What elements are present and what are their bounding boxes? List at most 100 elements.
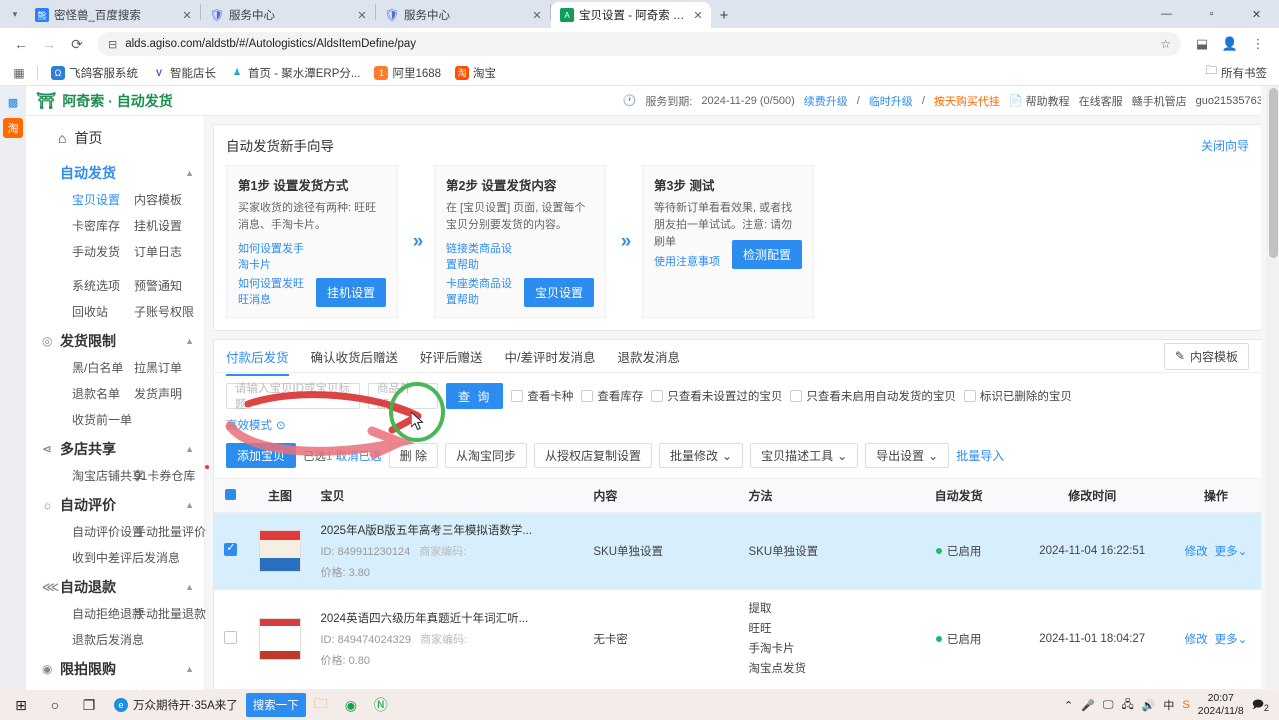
row-checkbox-cell[interactable] [214, 513, 248, 590]
row-checkbox[interactable] [224, 631, 237, 644]
sidebar-group-multishop[interactable]: ⋖ 多店共享 ▲ [26, 430, 204, 465]
checkbox-view-stock[interactable]: 查看库存 [581, 388, 643, 404]
wps-icon[interactable]: Ⓝ [366, 692, 396, 718]
mobile-shop-link[interactable]: 赣手机管店 [1132, 93, 1187, 109]
item-title[interactable]: 2024英语四六级历年真题近十年词汇听... [321, 610, 594, 626]
close-wizard-link[interactable]: 关闭向导 [1201, 137, 1249, 154]
mic-icon[interactable]: 🎤 [1081, 699, 1095, 712]
item-title[interactable]: 2025年A版B版五年高考三年模拟语数学... [321, 522, 594, 538]
sidebar-item-before-receipt[interactable]: 收货前一单 [72, 411, 134, 428]
chrome-menu-icon[interactable]: ⋮ [1245, 31, 1271, 57]
search-icon[interactable]: ○ [38, 690, 72, 720]
tab-confirm-gift[interactable]: 确认收货后赠送 [311, 347, 399, 375]
ime-icon[interactable]: 中 [1163, 697, 1174, 713]
outer-code-input[interactable]: 商品外部... [368, 383, 438, 409]
bookmark-4[interactable]: 淘 淘宝 [449, 63, 502, 83]
content-template-button[interactable]: ✎ 内容模板 [1164, 343, 1249, 370]
sidebar-item-subaccount-perm[interactable]: 子账号权限 [134, 303, 204, 320]
tab-badreview-message[interactable]: 中/差评时发消息 [505, 347, 596, 375]
check-config-button[interactable]: 检测配置 [732, 240, 802, 269]
sidebar-item-taobao-share[interactable]: 淘宝店铺共享 [72, 467, 134, 484]
close-tab-icon[interactable]: ✕ [530, 8, 544, 22]
export-settings-dropdown[interactable]: 导出设置 ⌄ [865, 443, 949, 468]
volume-icon[interactable]: 🔊 [1142, 699, 1156, 712]
sidebar-item-auto-review-settings[interactable]: 自动评价设置 [72, 523, 134, 540]
sidebar-item-manual-delivery[interactable]: 手动发货 [72, 243, 134, 260]
sidebar-group-auto-refund[interactable]: ⋘ 自动退款 ▲ [26, 568, 204, 603]
sidebar-item-badreview-message[interactable]: 收到中差评后发消息 [72, 549, 206, 566]
row-checkbox-cell[interactable] [214, 590, 248, 690]
sidebar-item-recycle-bin[interactable]: 回收站 [72, 303, 134, 320]
checkbox-unset-only[interactable]: 只查看未设置过的宝贝 [651, 388, 782, 404]
sidebar-group-purchase-limit[interactable]: ◉ 限拍限购 ▲ [26, 650, 204, 685]
ie-news-item[interactable]: e 万众期待开·35A来了 [106, 692, 246, 718]
item-settings-button[interactable]: 宝贝设置 [524, 278, 594, 307]
taskbar-clock[interactable]: 20:07 2024/11/8 [1198, 692, 1244, 718]
sidebar-item-hangup-settings[interactable]: 挂机设置 [134, 217, 204, 234]
cancel-selection-link[interactable]: 取消已选 [336, 451, 382, 463]
delete-button[interactable]: 删 除 [389, 443, 438, 468]
monitor-icon[interactable]: 🖵 [1103, 699, 1114, 712]
taobao-extension-icon[interactable]: 淘 [3, 118, 23, 138]
select-all-checkbox[interactable] [225, 489, 236, 500]
sidebar-group-delivery-limit[interactable]: ◎ 发货限制 ▲ [26, 322, 204, 357]
sidebar-item-card-stock[interactable]: 卡密库存 [72, 217, 134, 234]
help-tutorial-link[interactable]: 📄 帮助教程 [1009, 93, 1070, 109]
back-button[interactable]: ← [8, 31, 34, 57]
checkbox-autodelivery-disabled-only[interactable]: 只查看未启用自动发货的宝贝 [790, 388, 956, 404]
step-link[interactable]: 使用注意事项 [654, 253, 720, 269]
close-tab-icon[interactable]: ✕ [180, 8, 194, 22]
bookmark-star-icon[interactable]: ☆ [1160, 37, 1171, 51]
tab-search-icon[interactable]: ▾ [4, 0, 26, 28]
header-select-all[interactable] [214, 479, 248, 513]
windows-icon[interactable]: ⊞ [4, 690, 38, 720]
tab-refund-message[interactable]: 退款发消息 [618, 347, 681, 375]
sidebar-item-refund-message[interactable]: 退款后发消息 [72, 631, 206, 648]
checkbox-mark-deleted[interactable]: 标识已删除的宝贝 [964, 388, 1072, 404]
browser-tab-1[interactable]: 🛡 服务中心 ✕ [201, 2, 375, 28]
maximize-button[interactable]: ▫ [1189, 0, 1234, 28]
online-support-link[interactable]: 在线客服 [1079, 93, 1123, 109]
edit-link[interactable]: 修改 [1185, 543, 1208, 559]
more-link[interactable]: 更多⌄ [1215, 543, 1248, 559]
batch-import-link[interactable]: 批量导入 [956, 447, 1004, 464]
page-scrollbar[interactable] [1266, 86, 1279, 690]
desc-tool-dropdown[interactable]: 宝贝描述工具 ⌄ [750, 443, 858, 468]
bookmark-3[interactable]: 1 阿里1688 [368, 63, 447, 83]
sidebar-item-item-settings[interactable]: 宝贝设置 [72, 191, 134, 208]
sidebar-item-delivery-statement[interactable]: 发货声明 [134, 385, 204, 402]
apps-grid-icon[interactable]: ▦ [8, 62, 30, 84]
sidebar-item-content-template[interactable]: 内容模板 [134, 191, 204, 208]
sidebar-group-auto-delivery[interactable]: 自动发货 ▲ [26, 154, 204, 189]
step-link[interactable]: 如何设置发手淘卡片 [238, 240, 308, 272]
sidebar-item-manual-batch-review[interactable]: 手动批量评价 [134, 523, 206, 540]
efficient-mode-link[interactable]: 高效模式 [226, 417, 272, 433]
sidebar-item-manual-batch-refund[interactable]: 手动批量退款 [134, 605, 206, 622]
checkbox-view-cardtype[interactable]: 查看卡种 [511, 388, 573, 404]
query-button[interactable]: 查 询 [446, 383, 503, 409]
copy-settings-button[interactable]: 从授权店复制设置 [534, 443, 652, 468]
sogou-icon[interactable]: S [1182, 699, 1189, 711]
browser-tab-3[interactable]: A 宝贝设置 - 阿奇索 - 自动发货 ✕ [551, 2, 711, 28]
network-icon[interactable]: 🖧 [1121, 696, 1133, 715]
hangup-settings-button[interactable]: 挂机设置 [316, 278, 386, 307]
sidebar-item-home[interactable]: ⌂ 首页 [26, 122, 204, 154]
reload-button[interactable]: ⟳ [64, 31, 90, 57]
row-checkbox[interactable] [224, 543, 237, 556]
sidebar-group-auto-review[interactable]: ☼ 自动评价 ▲ [26, 486, 204, 521]
edit-link[interactable]: 修改 [1185, 631, 1208, 647]
qr-extension-icon[interactable]: ▩ [3, 92, 23, 112]
all-bookmarks-button[interactable]: 🗀 所有书签 [1206, 63, 1272, 82]
bookmark-2[interactable]: ♟ 首页 - 聚水潭ERP分... [224, 63, 366, 83]
close-tab-icon[interactable]: ✕ [691, 8, 705, 22]
table-row[interactable]: 2025年A版B版五年高考三年模拟语数学... ID: 849911230124… [214, 513, 1261, 590]
bookmark-0[interactable]: Ω 飞鸽客服系统 [45, 63, 144, 83]
sidebar-item-system-options[interactable]: 系统选项 [72, 277, 134, 294]
chevron-up-icon[interactable]: ⌃ [1064, 699, 1073, 712]
tab-pay-delivery[interactable]: 付款后发货 [226, 347, 289, 375]
batch-edit-dropdown[interactable]: 批量修改 ⌄ [659, 443, 743, 468]
add-item-button[interactable]: 添加宝贝 [226, 443, 296, 468]
item-search-input[interactable]: 请输入宝贝ID或宝贝标题 [226, 383, 360, 409]
sidebar-item-blacklist-order[interactable]: 拉黑订单 [134, 359, 204, 376]
browser-tab-2[interactable]: 🛡 服务中心 ✕ [376, 2, 550, 28]
